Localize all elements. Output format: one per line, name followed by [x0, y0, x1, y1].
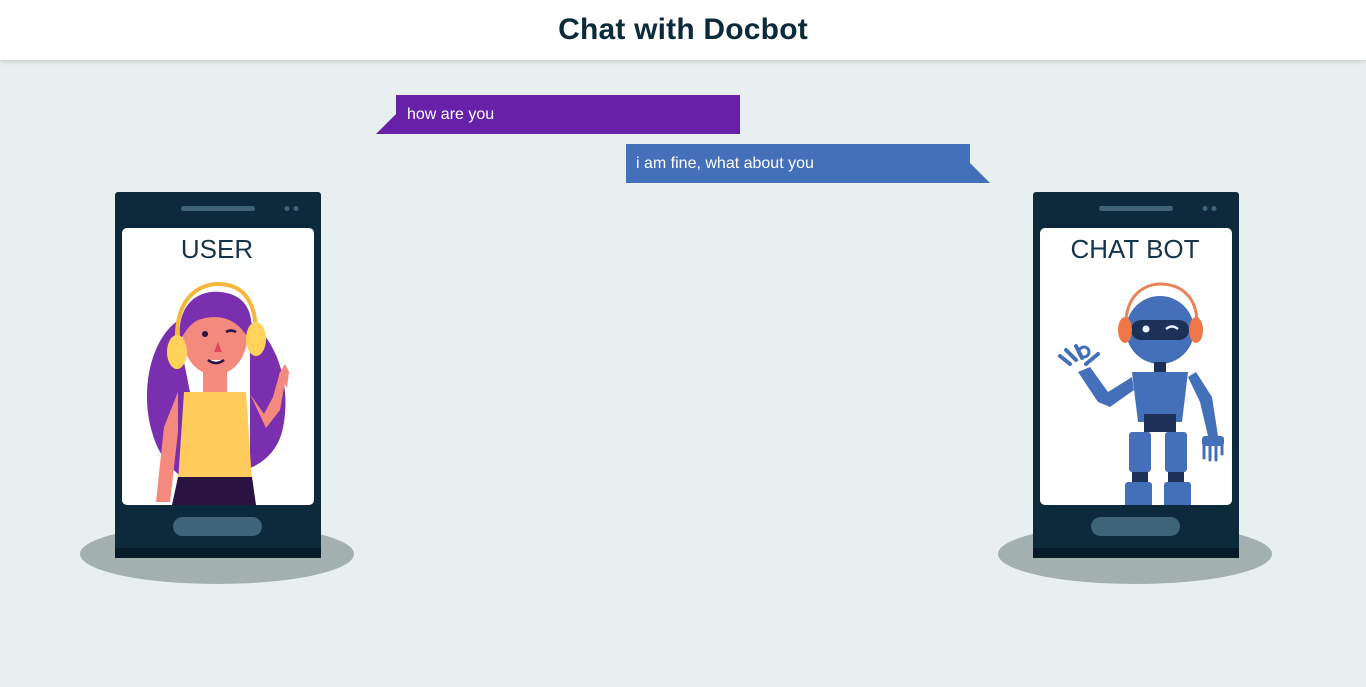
chat-stage: how are you i am fine, what about you US…	[0, 60, 1366, 687]
bot-phone-panel: CHAT BOT	[998, 192, 1272, 592]
user-message-bubble: how are you	[376, 95, 740, 134]
bot-panel-label: CHAT BOT	[1070, 234, 1200, 264]
bot-message-bubble: i am fine, what about you	[626, 144, 990, 183]
app-header: Chat with Docbot	[0, 0, 1366, 60]
page-title: Chat with Docbot	[558, 13, 808, 46]
bot-message-text: i am fine, what about you	[636, 154, 814, 172]
user-phone-panel: USER	[80, 192, 354, 592]
user-message-text: how are you	[407, 105, 495, 123]
user-panel-label: USER	[180, 234, 254, 264]
